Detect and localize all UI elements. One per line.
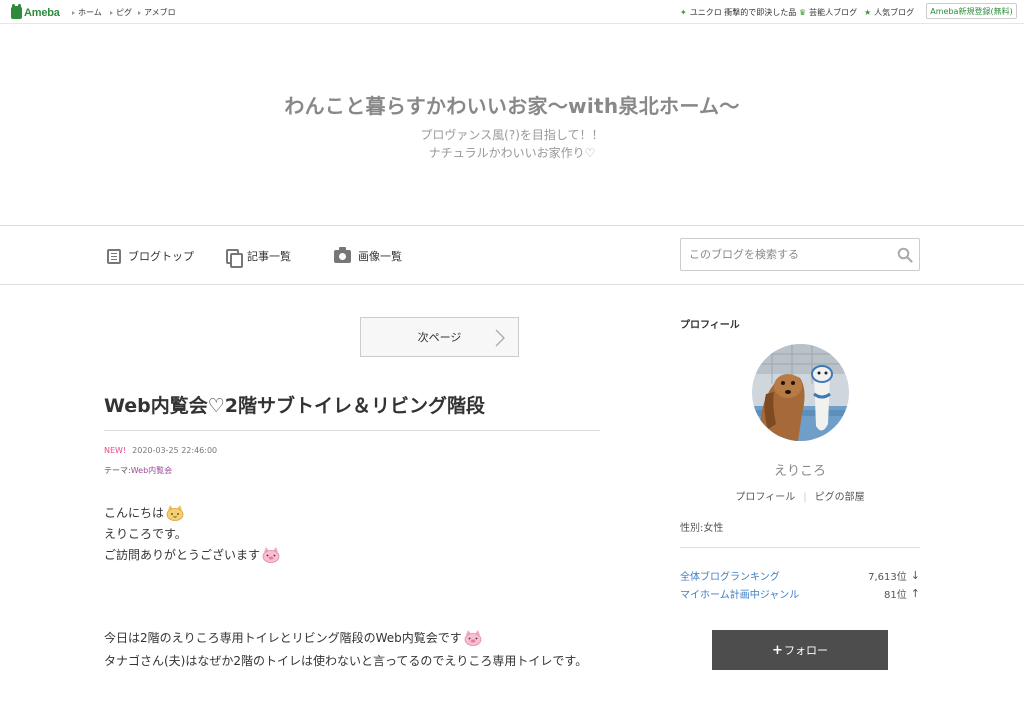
bullet-icon xyxy=(110,10,113,15)
sparkle-icon: ✦ xyxy=(680,8,687,17)
pig-face-emoji-icon xyxy=(262,546,280,563)
body-line: えりころです。 xyxy=(104,527,187,541)
separator: | xyxy=(803,492,807,503)
theme-link[interactable]: Web内覧会 xyxy=(131,466,172,475)
blog-nav-bar: ブログトップ 記事一覧 画像一覧 xyxy=(0,225,1024,285)
ranking-label-link[interactable]: 全体ブログランキング xyxy=(680,568,780,583)
new-badge: NEW! xyxy=(104,446,127,455)
global-nav-home[interactable]: ホーム xyxy=(72,7,102,18)
body-line: タナゴさん(夫)はなぜか2階のトイレは使わないと言ってるのでえりころ専用トイレで… xyxy=(104,654,588,668)
nickname[interactable]: えりころ xyxy=(680,460,920,479)
ameba-logo[interactable]: Ameba xyxy=(11,4,60,20)
copy-icon xyxy=(226,248,243,268)
global-nav-pigg[interactable]: ピグ xyxy=(110,7,132,18)
promo-link[interactable]: ✦ ユニクロ 衝撃的で即決した品 xyxy=(680,7,796,18)
blog-description-line1: プロヴァンス風(?)を目指して！！ xyxy=(420,128,604,142)
entry-theme: テーマ:Web内覧会 xyxy=(104,465,172,476)
entry-meta: NEW! 2020-03-25 22:46:00 xyxy=(104,446,217,455)
entry-title[interactable]: Web内覧会♡2階サブトイレ＆リビング階段 xyxy=(104,391,485,418)
sidebar-divider xyxy=(680,547,920,548)
ranking-value: 81位 ↑ xyxy=(884,586,920,601)
popular-blog-link[interactable]: ★ 人気ブログ xyxy=(864,7,914,18)
blog-search-box xyxy=(680,238,920,271)
ameba-logo-text: Ameba xyxy=(24,6,60,19)
star-icon: ★ xyxy=(864,8,872,17)
ranking-value: 7,613位 ↓ xyxy=(868,568,920,583)
avatar[interactable] xyxy=(752,344,849,441)
ranking-row-overall: 全体ブログランキング 7,613位 ↓ xyxy=(680,568,920,583)
arrow-down-icon: ↓ xyxy=(910,568,920,582)
search-icon[interactable] xyxy=(897,247,913,263)
nav-entry-list[interactable]: 記事一覧 xyxy=(226,246,291,268)
global-nav-bar: Ameba ホーム ピグ アメブロ ✦ ユニクロ 衝撃的で即決した品 ♛ 芸能人… xyxy=(0,0,1024,24)
pigg-room-link[interactable]: ピグの部屋 xyxy=(815,492,865,503)
arrow-up-icon: ↑ xyxy=(910,586,920,600)
register-button[interactable]: Ameba新規登録(無料) xyxy=(926,3,1017,19)
cat-face-emoji-icon xyxy=(166,504,184,521)
avatar-photo xyxy=(752,344,849,441)
blog-description-line2: ナチュラルかわいいお家作り♡ xyxy=(428,146,596,160)
bullet-icon xyxy=(72,10,75,15)
celebrity-blog-link[interactable]: ♛ 芸能人ブログ xyxy=(799,7,857,18)
plus-icon: + xyxy=(772,642,783,658)
ameba-logo-icon xyxy=(11,4,22,19)
blog-search-input[interactable] xyxy=(681,239,881,270)
entry-date: 2020-03-25 22:46:00 xyxy=(132,446,218,455)
title-divider xyxy=(104,430,600,431)
profile-link[interactable]: プロフィール xyxy=(735,492,795,503)
crown-icon: ♛ xyxy=(799,8,807,17)
theme-label: テーマ: xyxy=(104,466,131,475)
nav-image-list[interactable]: 画像一覧 xyxy=(334,246,402,266)
nav-blog-top[interactable]: ブログトップ xyxy=(107,246,194,266)
global-nav-ameblo[interactable]: アメブロ xyxy=(138,7,176,18)
pig-face-emoji-icon xyxy=(464,629,482,646)
body-line: こんにちは xyxy=(104,504,185,521)
body-line: ご訪問ありがとうございます xyxy=(104,546,281,563)
profile-heading: プロフィール xyxy=(680,320,740,331)
camera-icon xyxy=(334,246,351,263)
document-icon xyxy=(107,248,121,264)
ranking-label-link[interactable]: マイホーム計画中ジャンル xyxy=(680,586,799,601)
gender: 性別:女性 xyxy=(680,523,724,534)
blog-title[interactable]: わんこと暮らすかわいいお家〜with泉北ホーム〜 xyxy=(0,90,1024,119)
bullet-icon xyxy=(138,10,141,15)
next-page-button[interactable]: 次ページ xyxy=(360,317,519,357)
profile-links: プロフィール | ピグの部屋 xyxy=(680,488,920,503)
chevron-right-icon xyxy=(495,329,505,347)
ranking-row-genre: マイホーム計画中ジャンル 81位 ↑ xyxy=(680,586,920,601)
follow-button[interactable]: + フォロー xyxy=(712,630,888,670)
body-line: 今日は2階のえりころ専用トイレとリビング階段のWeb内覧会です xyxy=(104,629,483,646)
